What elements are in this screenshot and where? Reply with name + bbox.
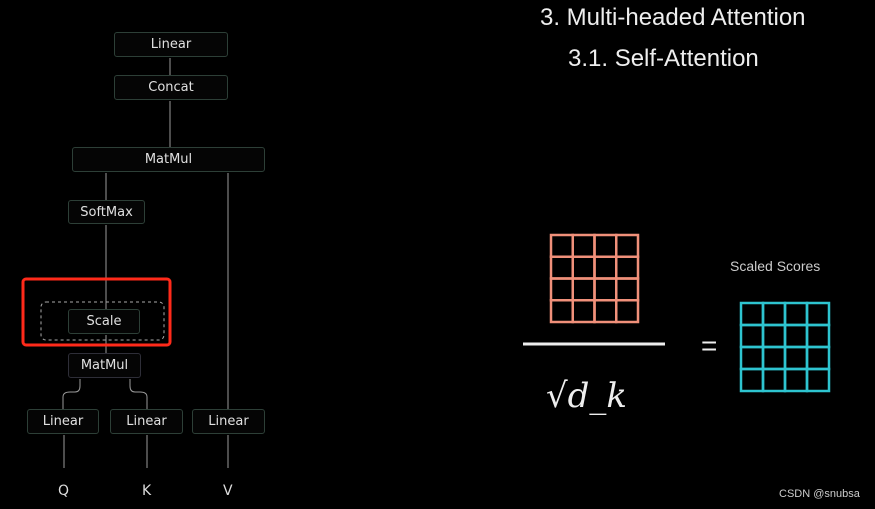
matrix-cell	[549, 299, 574, 324]
page-title: 3. Multi-headed Attention	[540, 4, 806, 31]
matrix-cell	[549, 233, 574, 258]
matrix-cell	[805, 301, 831, 327]
concat-box: Concat	[114, 75, 228, 100]
matrix-cell	[783, 345, 809, 371]
scale-box: Scale	[68, 309, 140, 334]
matrix-cell	[549, 277, 574, 302]
matrix-cell	[593, 299, 618, 324]
matmul-bottom-box: MatMul	[68, 353, 141, 378]
matrix-cell	[761, 367, 787, 393]
equals-sign: =	[701, 330, 718, 361]
matrix-cell	[593, 233, 618, 258]
linear-k-box: Linear	[110, 409, 183, 434]
matrix-cell	[805, 367, 831, 393]
matmul-top-box: MatMul	[72, 147, 265, 172]
page-subtitle: 3.1. Self-Attention	[568, 45, 759, 72]
matrix-cell	[615, 233, 640, 258]
matrix-cell	[739, 301, 765, 327]
watermark: CSDN @snubsa	[779, 488, 860, 500]
matrix-cell	[783, 301, 809, 327]
matrix-cell	[571, 255, 596, 280]
matrix-cell	[739, 367, 765, 393]
linear-v-box: Linear	[192, 409, 265, 434]
scaled-scores-matrix	[739, 301, 831, 393]
matrix-cell	[783, 323, 809, 349]
matrix-cell	[571, 277, 596, 302]
canvas: 3. Multi-headed Attention 3.1. Self-Atte…	[0, 0, 875, 509]
linear-q-box: Linear	[27, 409, 99, 434]
matrix-cell	[761, 323, 787, 349]
matrix-cell	[805, 345, 831, 371]
softmax-box: SoftMax	[68, 200, 145, 224]
input-q: Q	[58, 483, 70, 499]
input-v: V	[223, 483, 233, 499]
scaled-scores-label: Scaled Scores	[730, 258, 821, 274]
input-k: K	[142, 483, 152, 499]
matrix-cell	[761, 301, 787, 327]
denominator-sqrt-dk: √d_k	[546, 376, 628, 416]
matrix-cell	[739, 323, 765, 349]
matrix-cell	[549, 255, 574, 280]
matrix-cell	[615, 299, 640, 324]
matrix-cell	[783, 367, 809, 393]
matrix-cell	[571, 233, 596, 258]
matrix-cell	[593, 277, 618, 302]
matrix-cell	[615, 277, 640, 302]
matrix-cell	[593, 255, 618, 280]
matrix-cell	[805, 323, 831, 349]
linear-output-box: Linear	[114, 32, 228, 57]
matrix-cell	[615, 255, 640, 280]
matrix-cell	[761, 345, 787, 371]
numerator-matrix	[549, 233, 640, 324]
matrix-cell	[571, 299, 596, 324]
matrix-cell	[739, 345, 765, 371]
